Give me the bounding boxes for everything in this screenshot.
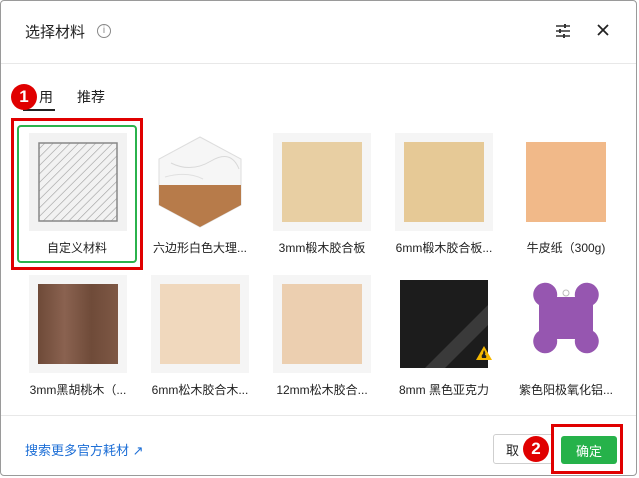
material-label: 6mm松木胶合木... — [151, 383, 249, 397]
annotation-badge-2: 2 — [523, 436, 549, 462]
annotation-box-1 — [11, 118, 143, 270]
dialog-title: 选择材料 — [25, 24, 86, 41]
material-card-12mm-pine[interactable]: 12mm松木胶合... — [261, 267, 383, 397]
tab-common[interactable]: 用 — [39, 87, 53, 107]
flammable-warning-icon — [476, 346, 492, 360]
material-card-kraft-paper[interactable]: 牛皮纸（300g) — [505, 125, 627, 255]
material-label: 8mm 黑色亚克力 — [398, 383, 489, 397]
material-tabs: 用 推荐 — [1, 81, 636, 111]
material-card-3mm-basswood[interactable]: 3mm椴木胶合板 — [261, 125, 383, 255]
info-icon[interactable]: i — [97, 24, 111, 38]
annotation-badge-1: 1 — [11, 84, 37, 110]
annotation-box-2 — [551, 424, 623, 474]
swatch — [517, 133, 615, 231]
material-dialog: 选择材料 i 用 推荐 自定义材料 六边形白色大理... 3mm椴木胶合板 6m… — [0, 0, 637, 476]
swatch — [29, 275, 127, 373]
material-label: 牛皮纸（300g) — [526, 241, 606, 255]
material-label: 六边形白色大理... — [152, 241, 247, 255]
material-label: 6mm椴木胶合板... — [395, 241, 493, 255]
material-card-8mm-black-acrylic[interactable]: 8mm 黑色亚克力 — [383, 267, 505, 397]
material-card-6mm-pine[interactable]: 6mm松木胶合木... — [139, 267, 261, 397]
material-label: 3mm椴木胶合板 — [278, 241, 366, 255]
swatch — [273, 133, 371, 231]
dialog-header: 选择材料 i — [1, 1, 636, 64]
material-card-6mm-basswood[interactable]: 6mm椴木胶合板... — [383, 125, 505, 255]
hexagon-marble-swatch — [151, 133, 249, 231]
material-card-hexagon-marble[interactable]: 六边形白色大理... — [139, 125, 261, 255]
material-label: 3mm黑胡桃木（... — [29, 383, 127, 397]
material-card-3mm-walnut[interactable]: 3mm黑胡桃木（... — [17, 267, 139, 397]
swatch — [395, 133, 493, 231]
tab-recommend[interactable]: 推荐 — [77, 87, 105, 107]
bone-tag-swatch — [517, 275, 615, 373]
swatch — [151, 275, 249, 373]
material-label: 紫色阳极氧化铝... — [518, 383, 613, 397]
material-card-purple-aluminum[interactable]: 紫色阳极氧化铝... — [505, 267, 627, 397]
sliders-icon[interactable] — [555, 23, 571, 39]
swatch — [273, 275, 371, 373]
material-label: 12mm松木胶合... — [276, 383, 368, 397]
search-more-materials-link[interactable]: 搜索更多官方耗材 ↗ — [25, 440, 144, 459]
close-icon[interactable] — [596, 23, 610, 37]
